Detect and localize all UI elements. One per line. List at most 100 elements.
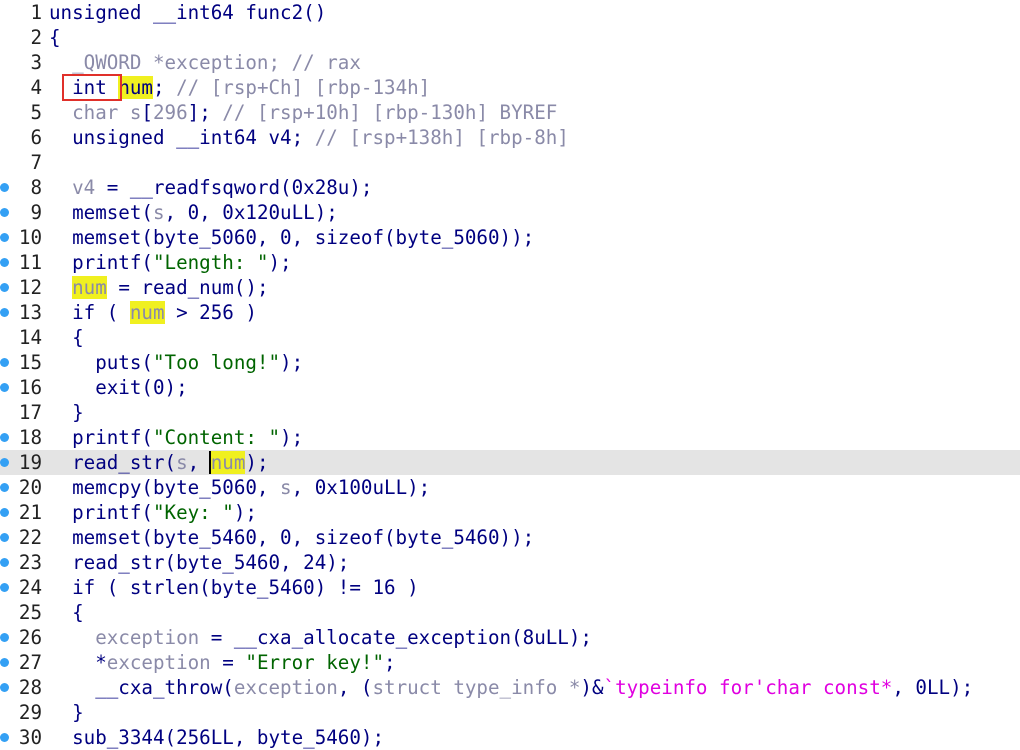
code-line[interactable]: 30 sub_3344(256LL, byte_5460); bbox=[0, 725, 1020, 750]
code-line[interactable]: 5 char s[296]; // [rsp+10h] [rbp-130h] B… bbox=[0, 100, 1020, 125]
code-text[interactable]: printf("Length: "); bbox=[49, 250, 292, 275]
code-token[interactable]: ); bbox=[234, 501, 257, 524]
code-token[interactable]: s bbox=[153, 201, 165, 224]
code-token[interactable]: exception bbox=[107, 651, 211, 674]
code-token[interactable] bbox=[49, 276, 72, 299]
code-token[interactable]: printf( bbox=[49, 251, 153, 274]
highlighted-identifier[interactable]: num bbox=[208, 451, 246, 474]
code-text[interactable]: { bbox=[49, 325, 84, 350]
code-line[interactable]: 3 _QWORD *exception; // rax bbox=[0, 50, 1020, 75]
code-text[interactable]: unsigned __int64 v4; // [rsp+138h] [rbp-… bbox=[49, 125, 569, 150]
code-token[interactable]: "Key: " bbox=[153, 501, 234, 524]
code-token[interactable]: } bbox=[49, 701, 84, 724]
code-token[interactable]: _QWORD *exception; // rax bbox=[49, 51, 361, 74]
code-line[interactable]: 29 } bbox=[0, 700, 1020, 725]
code-token[interactable]: , ( bbox=[338, 676, 373, 699]
code-token[interactable]: s bbox=[280, 476, 292, 499]
highlighted-identifier[interactable]: num bbox=[72, 276, 107, 299]
code-text[interactable]: _QWORD *exception; // rax bbox=[49, 50, 361, 75]
code-token[interactable]: // [rsp+10h] [rbp-130h] BYREF bbox=[222, 101, 557, 124]
code-line[interactable]: 7 bbox=[0, 150, 1020, 175]
code-text[interactable]: if ( strlen(byte_5460) != 16 ) bbox=[49, 575, 419, 600]
code-token[interactable]: , 0LL); bbox=[892, 676, 973, 699]
code-text[interactable]: num = read_num(); bbox=[49, 275, 269, 300]
code-token[interactable]: unsigned __int64 v4; bbox=[49, 126, 315, 149]
code-token[interactable]: v4 bbox=[49, 176, 95, 199]
code-text[interactable]: memset(s, 0, 0x120uLL); bbox=[49, 200, 338, 225]
code-token[interactable]: printf( bbox=[49, 426, 153, 449]
code-text[interactable]: __cxa_throw(exception, (struct type_info… bbox=[49, 675, 973, 700]
code-text[interactable]: memset(byte_5060, 0, sizeof(byte_5060)); bbox=[49, 225, 534, 250]
code-line[interactable]: 17 } bbox=[0, 400, 1020, 425]
code-text[interactable]: v4 = __readfsqword(0x28u); bbox=[49, 175, 372, 200]
code-line[interactable]: 20 memcpy(byte_5060, s, 0x100uLL); bbox=[0, 475, 1020, 500]
code-token[interactable]: ); bbox=[280, 351, 303, 374]
code-line[interactable]: 6 unsigned __int64 v4; // [rsp+138h] [rb… bbox=[0, 125, 1020, 150]
code-token[interactable]: // [rsp+138h] [rbp-8h] bbox=[315, 126, 569, 149]
code-token[interactable]: s bbox=[176, 451, 188, 474]
code-token[interactable]: exit(0); bbox=[49, 376, 187, 399]
code-token[interactable]: = read_num(); bbox=[107, 276, 268, 299]
code-token[interactable]: )& bbox=[580, 676, 603, 699]
code-line[interactable]: 25 { bbox=[0, 600, 1020, 625]
code-text[interactable]: *exception = "Error key!"; bbox=[49, 650, 396, 675]
code-token[interactable]: "Error key!" bbox=[245, 651, 384, 674]
code-token[interactable]: > 256 ) bbox=[165, 301, 257, 324]
code-token[interactable]: , 0x100uLL); bbox=[292, 476, 431, 499]
code-token[interactable]: [ bbox=[141, 101, 153, 124]
code-token[interactable]: if ( bbox=[49, 301, 130, 324]
code-text[interactable]: { bbox=[49, 600, 84, 625]
code-line[interactable]: 21 printf("Key: "); bbox=[0, 500, 1020, 525]
code-token[interactable]: ; bbox=[153, 76, 176, 99]
code-line[interactable]: 14 { bbox=[0, 325, 1020, 350]
code-token[interactable]: = bbox=[211, 651, 246, 674]
code-line[interactable]: 4 int num; // [rsp+Ch] [rbp-134h] bbox=[0, 75, 1020, 100]
code-line[interactable]: 19 read_str(s, num); bbox=[0, 450, 1020, 475]
code-text[interactable]: } bbox=[49, 700, 84, 725]
code-text[interactable]: exit(0); bbox=[49, 375, 187, 400]
code-token[interactable]: = __cxa_allocate_exception(8uLL); bbox=[199, 626, 592, 649]
code-token[interactable]: struct type_info * bbox=[372, 676, 580, 699]
code-line[interactable]: 24 if ( strlen(byte_5460) != 16 ) bbox=[0, 575, 1020, 600]
code-token[interactable]: , bbox=[188, 451, 211, 474]
code-token[interactable]: ); bbox=[280, 426, 303, 449]
code-line[interactable]: 16 exit(0); bbox=[0, 375, 1020, 400]
code-token[interactable]: "Too long!" bbox=[153, 351, 280, 374]
code-token[interactable]: `typeinfo for'char const* bbox=[604, 676, 893, 699]
code-text[interactable]: unsigned __int64 func2() bbox=[49, 0, 326, 25]
code-text[interactable]: read_str(byte_5460, 24); bbox=[49, 550, 349, 575]
code-token[interactable]: read_str( bbox=[49, 451, 176, 474]
code-token[interactable]: memcpy(byte_5060, bbox=[49, 476, 280, 499]
code-line[interactable]: 2{ bbox=[0, 25, 1020, 50]
code-line[interactable]: 15 puts("Too long!"); bbox=[0, 350, 1020, 375]
code-token[interactable]: puts( bbox=[49, 351, 153, 374]
code-text[interactable]: memcpy(byte_5060, s, 0x100uLL); bbox=[49, 475, 430, 500]
code-token[interactable]: memset(byte_5460, 0, sizeof(byte_5460)); bbox=[49, 526, 534, 549]
code-token[interactable]: { bbox=[49, 326, 84, 349]
code-line[interactable]: 18 printf("Content: "); bbox=[0, 425, 1020, 450]
code-token[interactable]: memset(byte_5060, 0, sizeof(byte_5060)); bbox=[49, 226, 534, 249]
code-token[interactable]: memset( bbox=[49, 201, 153, 224]
code-token[interactable]: } bbox=[49, 401, 84, 424]
code-token[interactable]: unsigned __int64 func2() bbox=[49, 1, 326, 24]
code-line[interactable]: 13 if ( num > 256 ) bbox=[0, 300, 1020, 325]
code-text[interactable]: char s[296]; // [rsp+10h] [rbp-130h] BYR… bbox=[49, 100, 557, 125]
code-text[interactable]: read_str(s, num); bbox=[49, 450, 269, 475]
code-token[interactable]: read_str(byte_5460, 24); bbox=[49, 551, 349, 574]
code-text[interactable]: { bbox=[49, 25, 61, 50]
code-token[interactable]: exception bbox=[95, 626, 199, 649]
highlighted-identifier[interactable]: num bbox=[118, 76, 153, 99]
code-line[interactable]: 12 num = read_num(); bbox=[0, 275, 1020, 300]
code-token[interactable]: "Length: " bbox=[153, 251, 269, 274]
code-text[interactable]: printf("Content: "); bbox=[49, 425, 303, 450]
code-line[interactable]: 23 read_str(byte_5460, 24); bbox=[0, 550, 1020, 575]
code-token[interactable]: "Content: " bbox=[153, 426, 280, 449]
highlighted-identifier[interactable]: num bbox=[129, 301, 165, 324]
code-token[interactable]: ); bbox=[245, 451, 268, 474]
code-token[interactable]: { bbox=[49, 601, 84, 624]
code-line[interactable]: 27 *exception = "Error key!"; bbox=[0, 650, 1020, 675]
code-token[interactable]: ; bbox=[384, 651, 396, 674]
code-text[interactable]: int num; // [rsp+Ch] [rbp-134h] bbox=[49, 75, 430, 100]
code-token[interactable]: printf( bbox=[49, 501, 153, 524]
code-token[interactable]: if ( strlen(byte_5460) != 16 ) bbox=[49, 576, 419, 599]
